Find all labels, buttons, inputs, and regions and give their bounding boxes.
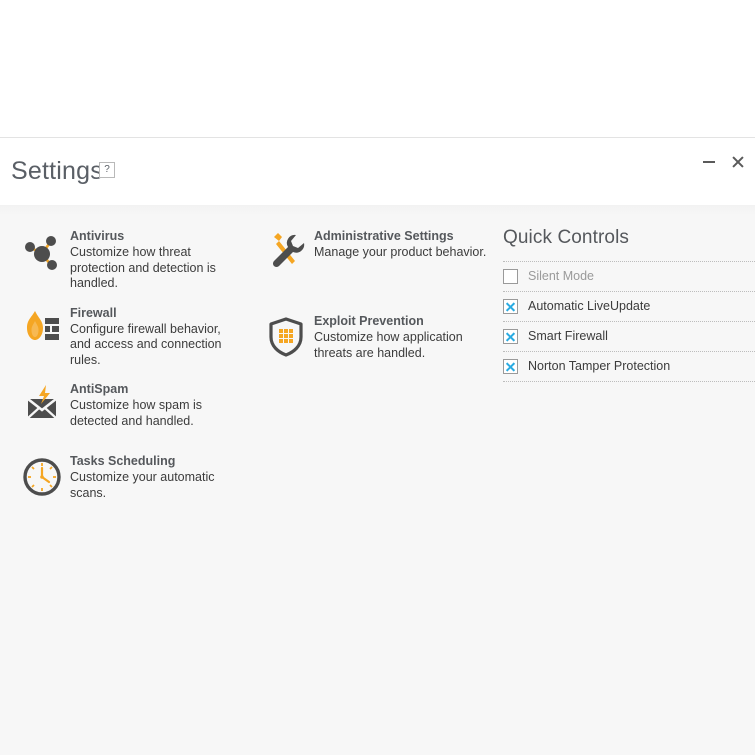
setting-text: Administrative Settings Manage your prod… bbox=[314, 228, 488, 261]
checkbox-automatic-liveupdate[interactable] bbox=[503, 299, 518, 314]
setting-title: Administrative Settings bbox=[314, 229, 454, 243]
minimize-button[interactable] bbox=[694, 147, 724, 177]
quick-control-norton-tamper-protection[interactable]: Norton Tamper Protection bbox=[503, 352, 755, 381]
firewall-flame-brick-icon bbox=[14, 305, 70, 357]
setting-description: Customize how threat protection and dete… bbox=[70, 245, 216, 290]
settings-column-1: Antivirus Customize how threat protectio… bbox=[14, 228, 244, 519]
checkbox-smart-firewall[interactable] bbox=[503, 329, 518, 344]
page-title: Settings bbox=[11, 157, 103, 185]
setting-item-administrative-settings[interactable]: Administrative Settings Manage your prod… bbox=[258, 228, 488, 280]
settings-window-screen: Settings ? Antivirus Customize how threa… bbox=[0, 0, 755, 755]
checkbox-norton-tamper-protection[interactable] bbox=[503, 359, 518, 374]
setting-title: Exploit Prevention bbox=[314, 314, 424, 328]
quick-control-label: Smart Firewall bbox=[528, 329, 608, 343]
separator bbox=[503, 381, 755, 382]
minimize-icon bbox=[703, 161, 715, 163]
setting-text: AntiSpam Customize how spam is detected … bbox=[70, 381, 244, 429]
wrench-screwdriver-icon bbox=[258, 228, 314, 280]
envelope-lightning-icon bbox=[14, 381, 70, 433]
quick-control-automatic-liveupdate[interactable]: Automatic LiveUpdate bbox=[503, 292, 755, 321]
background-area bbox=[0, 0, 755, 137]
setting-title: Firewall bbox=[70, 305, 117, 320]
setting-item-tasks-scheduling[interactable]: Tasks Scheduling Customize your automati… bbox=[14, 453, 244, 505]
shield-grid-icon bbox=[258, 313, 314, 365]
quick-control-silent-mode[interactable]: Silent Mode bbox=[503, 262, 755, 291]
setting-description: Customize your automatic scans. bbox=[70, 470, 215, 500]
quick-controls-panel: Quick Controls Silent Mode Automatic Liv… bbox=[503, 227, 755, 382]
setting-text: Exploit Prevention Customize how applica… bbox=[314, 313, 488, 361]
setting-title: Tasks Scheduling bbox=[70, 454, 176, 468]
quick-control-label: Norton Tamper Protection bbox=[528, 359, 671, 373]
setting-description: Configure firewall behavior, and access … bbox=[70, 321, 222, 367]
help-button[interactable]: ? bbox=[99, 162, 115, 178]
setting-item-antivirus[interactable]: Antivirus Customize how threat protectio… bbox=[14, 228, 244, 292]
setting-item-antispam[interactable]: AntiSpam Customize how spam is detected … bbox=[14, 381, 244, 433]
checkbox-silent-mode[interactable] bbox=[503, 269, 518, 284]
quick-control-smart-firewall[interactable]: Smart Firewall bbox=[503, 322, 755, 351]
settings-column-2: Administrative Settings Manage your prod… bbox=[258, 228, 488, 379]
close-icon bbox=[731, 155, 745, 169]
clock-icon bbox=[14, 453, 70, 505]
settings-content: Antivirus Customize how threat protectio… bbox=[0, 205, 755, 755]
setting-title: AntiSpam bbox=[70, 382, 129, 396]
setting-item-firewall[interactable]: Firewall Configure firewall behavior, an… bbox=[14, 305, 244, 369]
quick-control-label: Automatic LiveUpdate bbox=[528, 299, 651, 313]
setting-description: Manage your product behavior. bbox=[314, 245, 487, 259]
setting-description: Customize how spam is detected and handl… bbox=[70, 398, 202, 428]
setting-description: Customize how application threats are ha… bbox=[314, 330, 463, 360]
setting-text: Antivirus Customize how threat protectio… bbox=[70, 228, 244, 292]
setting-item-exploit-prevention[interactable]: Exploit Prevention Customize how applica… bbox=[258, 313, 488, 365]
setting-text: Tasks Scheduling Customize your automati… bbox=[70, 453, 244, 501]
setting-text: Firewall Configure firewall behavior, an… bbox=[70, 305, 244, 369]
close-button[interactable] bbox=[723, 147, 753, 177]
molecule-icon bbox=[14, 228, 70, 280]
setting-title: Antivirus bbox=[70, 229, 125, 243]
quick-controls-title: Quick Controls bbox=[503, 227, 629, 248]
quick-control-label: Silent Mode bbox=[528, 269, 595, 283]
